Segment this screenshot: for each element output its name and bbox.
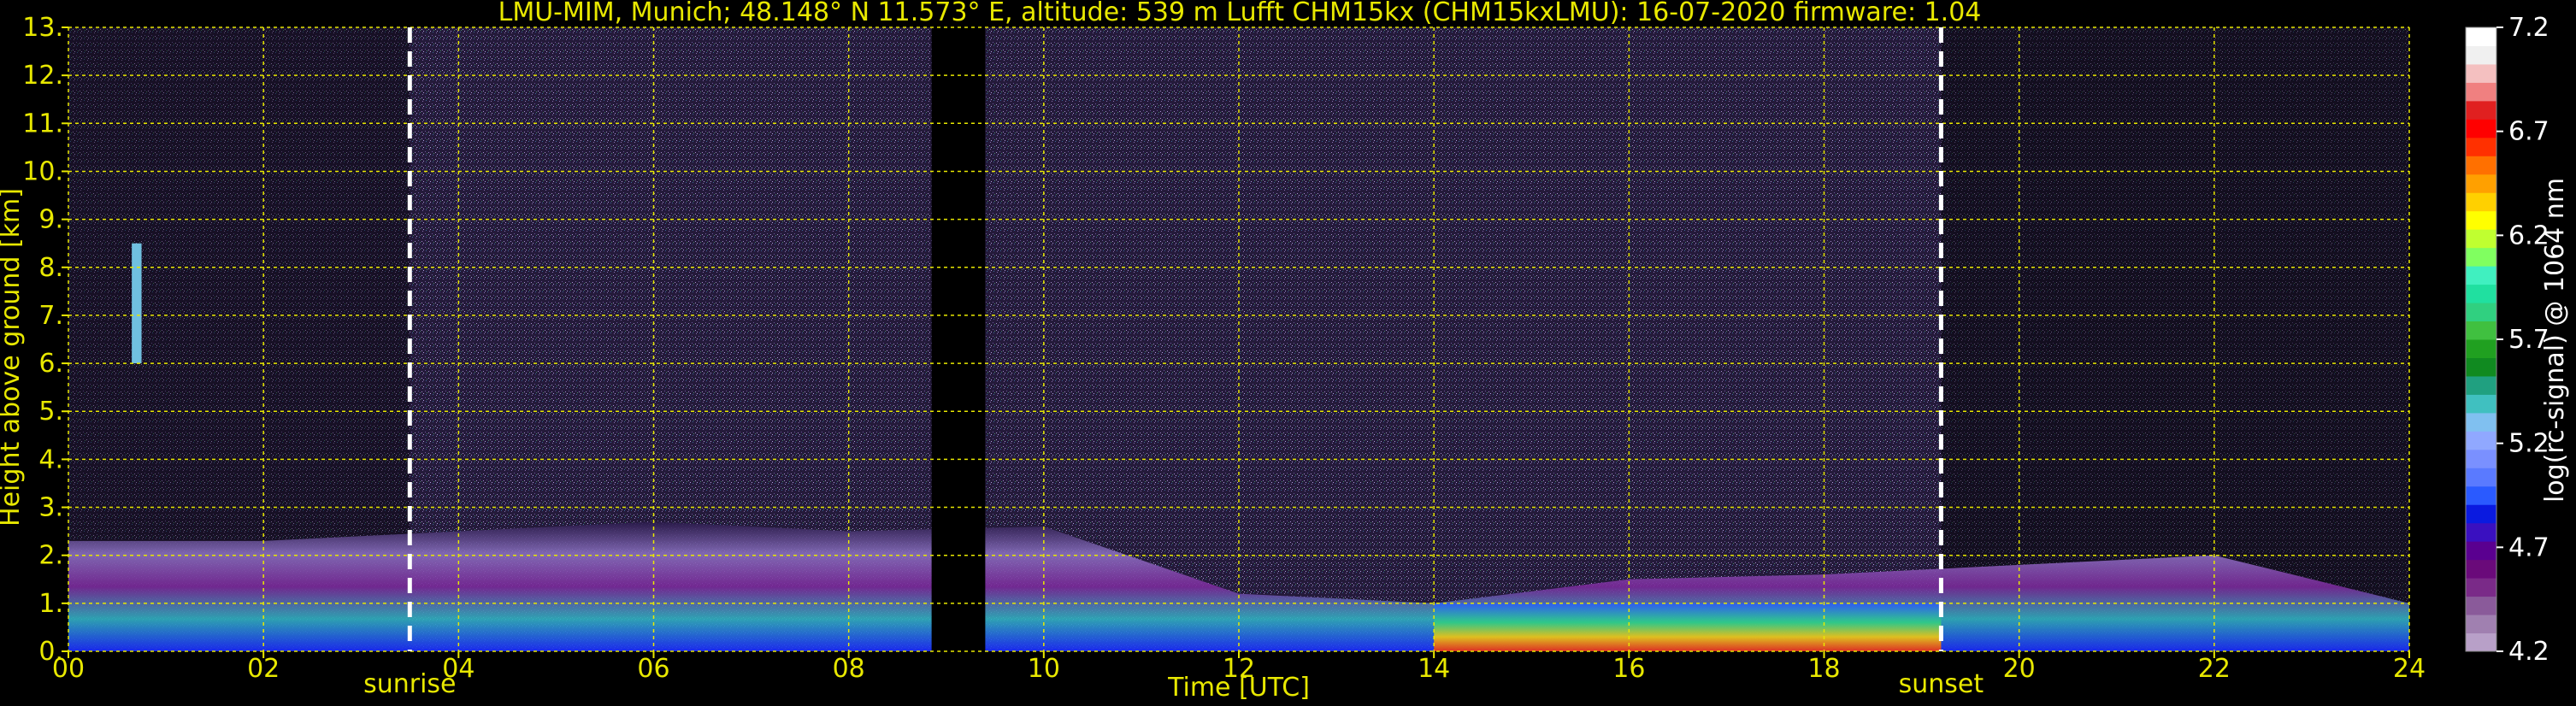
colorbar-segment xyxy=(2466,63,2496,83)
y-tick-label: 5. xyxy=(38,397,63,427)
x-tick-label: 06 xyxy=(637,654,669,684)
colorbar-segment xyxy=(2466,192,2496,212)
colorbar xyxy=(2465,26,2497,652)
colorbar-segment xyxy=(2466,45,2496,65)
colorbar-segment xyxy=(2466,596,2496,615)
x-tick-label: 24 xyxy=(2393,654,2426,684)
x-tick-label: 20 xyxy=(2003,654,2036,684)
colorbar-segment xyxy=(2466,100,2496,120)
cloud-feature xyxy=(132,243,142,364)
data-gap xyxy=(931,27,986,651)
y-tick-label: 8. xyxy=(38,253,63,283)
y-axis-ticks: 0.1.2.3.4.5.6.7.8.9.10.11.12.13. xyxy=(22,13,68,667)
colorbar-segment xyxy=(2466,357,2496,377)
colorbar-segment xyxy=(2466,375,2496,395)
y-tick-label: 10. xyxy=(22,156,63,186)
y-tick-label: 7. xyxy=(38,301,63,331)
colorbar-segment xyxy=(2466,578,2496,597)
annotation-label-sunset: sunset xyxy=(1899,669,1984,699)
ceilometer-chart: LMU-MIM, Munich; 48.148° N 11.573° E, al… xyxy=(0,0,2570,703)
y-tick-label: 13. xyxy=(22,13,63,43)
colorbar-tick-label: 4.7 xyxy=(2508,532,2549,562)
colorbar-segment xyxy=(2466,339,2496,358)
x-tick-label: 16 xyxy=(1612,654,1645,684)
x-tick-label: 10 xyxy=(1028,654,1060,684)
colorbar-tick-label: 6.7 xyxy=(2508,117,2549,147)
colorbar-segment xyxy=(2466,541,2496,561)
colorbar-segment xyxy=(2466,156,2496,175)
x-tick-label: 14 xyxy=(1418,654,1450,684)
y-tick-label: 1. xyxy=(38,589,63,619)
x-tick-label: 18 xyxy=(1807,654,1840,684)
y-tick-label: 6. xyxy=(38,349,63,379)
colorbar-segment xyxy=(2466,468,2496,487)
colorbar-segment xyxy=(2466,412,2496,432)
colorbar-segment xyxy=(2466,137,2496,156)
colorbar-segment xyxy=(2466,210,2496,230)
colorbar-segment xyxy=(2466,174,2496,193)
chart-title: LMU-MIM, Munich; 48.148° N 11.573° E, al… xyxy=(498,0,1982,27)
colorbar-segment xyxy=(2466,485,2496,505)
colorbar-segment xyxy=(2466,559,2496,579)
colorbar-segment xyxy=(2466,632,2496,652)
colorbar-segment xyxy=(2466,431,2496,450)
y-tick-label: 3. xyxy=(38,493,63,523)
colorbar-tick-label: 7.2 xyxy=(2508,13,2549,43)
x-axis-label: Time [UTC] xyxy=(1167,673,1310,703)
colorbar-segment xyxy=(2466,321,2496,340)
colorbar-segment xyxy=(2466,266,2496,285)
y-tick-label: 4. xyxy=(38,444,63,474)
colorbar-tick-label: 4.2 xyxy=(2508,637,2549,667)
colorbar-segment xyxy=(2466,82,2496,102)
colorbar-segment xyxy=(2466,449,2496,468)
x-tick-label: 22 xyxy=(2198,654,2231,684)
colorbar-segment xyxy=(2466,303,2496,322)
colorbar-segment xyxy=(2466,27,2496,46)
x-tick-label: 02 xyxy=(247,654,280,684)
plot-background xyxy=(68,27,2409,651)
colorbar-segment xyxy=(2466,229,2496,249)
y-tick-label: 9. xyxy=(38,205,63,235)
colorbar-segment xyxy=(2466,284,2496,303)
colorbar-segment xyxy=(2466,522,2496,542)
colorbar-label: log(rc-signal) @ 1064 nm xyxy=(2540,178,2570,503)
colorbar-segment xyxy=(2466,394,2496,414)
y-tick-label: 11. xyxy=(22,109,63,138)
colorbar-segment xyxy=(2466,504,2496,524)
y-tick-label: 12. xyxy=(22,61,63,91)
y-axis-label: Height above ground [km] xyxy=(0,188,26,527)
x-tick-label: 00 xyxy=(52,654,85,684)
colorbar-segment xyxy=(2466,119,2496,138)
colorbar-segment xyxy=(2466,247,2496,267)
colorbar-segment xyxy=(2466,615,2496,634)
x-tick-label: 08 xyxy=(833,654,865,684)
annotation-label-sunrise: sunrise xyxy=(363,669,456,699)
convective-band xyxy=(1434,603,1942,651)
y-tick-label: 2. xyxy=(38,541,63,571)
